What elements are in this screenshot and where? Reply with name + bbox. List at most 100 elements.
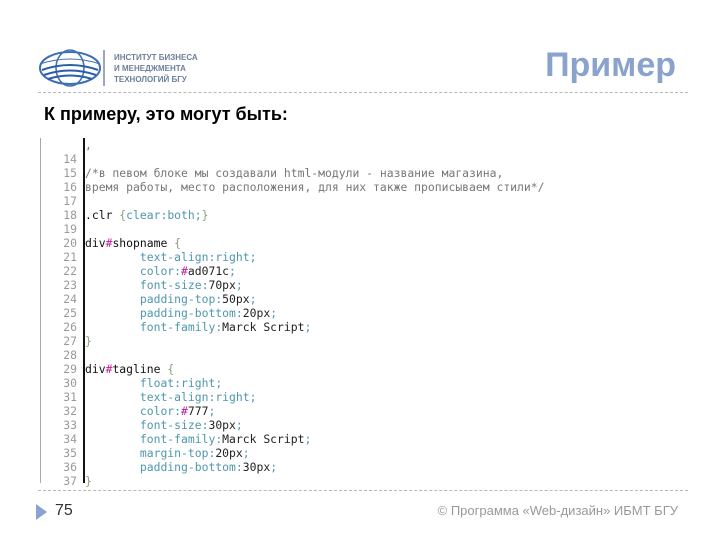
code-line: 20 div#shopname { xyxy=(41,236,521,250)
code-token: ad071c xyxy=(187,264,230,278)
code-token: ; xyxy=(304,432,312,446)
line-number: 34 xyxy=(63,432,77,446)
line-number: 30 xyxy=(63,376,77,390)
code-token: время работы, место расположения, для ни… xyxy=(85,180,545,194)
code-token: } xyxy=(85,474,92,488)
code-token: 30px xyxy=(208,418,236,432)
line-number: 36 xyxy=(63,460,77,474)
line-number: 16 xyxy=(63,180,77,194)
line-number: 26 xyxy=(63,320,77,334)
code-token: 50px xyxy=(222,292,250,306)
line-number: 22 xyxy=(63,264,77,278)
code-line: , xyxy=(41,138,521,152)
code-token: } xyxy=(85,334,92,348)
code-token: ; xyxy=(249,292,257,306)
code-line: 33 font-size:30px; xyxy=(41,418,521,432)
line-number: 17 xyxy=(63,194,77,208)
logo-divider xyxy=(103,50,105,86)
code-line: 29 div#tagline { xyxy=(41,362,521,376)
code-token: .clr xyxy=(85,208,120,222)
code-line: 37} xyxy=(41,474,521,488)
institute-logo-icon xyxy=(39,49,101,87)
code-token: , xyxy=(85,138,92,152)
slide-title: Пример xyxy=(545,46,676,84)
code-token: 777 xyxy=(187,404,209,418)
line-number: 29 xyxy=(63,362,77,376)
logo-line: ТЕХНОЛОГИЙ БГУ xyxy=(114,75,187,84)
code-line: 32 color:#777; xyxy=(41,404,521,418)
code-token: ; xyxy=(194,208,202,222)
line-number: 35 xyxy=(63,446,77,460)
code-token: ; xyxy=(242,446,250,460)
code-token: tagline xyxy=(112,362,168,376)
code-token: : xyxy=(174,264,182,278)
code-line: 28 xyxy=(41,348,521,362)
logo-line: И МЕНЕДЖМЕНТА xyxy=(114,64,186,73)
code-token: ; xyxy=(235,278,243,292)
code-token: padding-top xyxy=(139,292,216,306)
line-number: 28 xyxy=(63,348,77,362)
code-line: 34 font-family:Marck Script; xyxy=(41,432,521,446)
code-line: 19 xyxy=(41,222,521,236)
code-token: color xyxy=(139,404,175,418)
code-token: /*в певом блоке мы создавали html-модули… xyxy=(85,166,504,180)
code-line: 23 font-size:70px; xyxy=(41,278,521,292)
line-number: 19 xyxy=(63,222,77,236)
code-token: ; xyxy=(270,460,278,474)
line-number: 15 xyxy=(63,166,77,180)
code-token: padding-bottom xyxy=(139,306,236,320)
code-token: margin-top xyxy=(139,446,209,460)
logo-text: ИНСТИТУТ БИЗНЕСА И МЕНЕДЖМЕНТА ТЕХНОЛОГИ… xyxy=(114,52,198,85)
code-token: text-align xyxy=(139,390,209,404)
code-line: 31 text-align:right; xyxy=(41,390,521,404)
code-token: 20px xyxy=(242,306,271,320)
line-number: 18 xyxy=(63,208,77,222)
code-line: 27} xyxy=(41,334,521,348)
code-line: 15 /*в певом блоке мы создавали html-моду… xyxy=(41,166,521,180)
code-token: font-size xyxy=(139,278,202,292)
code-line: 30 float:right; xyxy=(41,376,521,390)
code-token: right xyxy=(181,376,216,390)
code-token: clear xyxy=(126,208,161,222)
code-token: Marck Script xyxy=(222,432,305,446)
code-token: div xyxy=(85,236,106,250)
code-token: font-family xyxy=(139,320,216,334)
line-number: 27 xyxy=(63,334,77,348)
bottom-divider xyxy=(38,490,688,491)
line-number: 20 xyxy=(63,236,77,250)
code-token: 20px xyxy=(215,446,243,460)
code-token: : xyxy=(235,306,243,320)
code-token: { xyxy=(167,362,175,376)
code-token: } xyxy=(201,208,209,222)
code-line: 36 padding-bottom:30px; xyxy=(41,460,521,474)
code-token: : xyxy=(174,404,182,418)
code-block: , 14 15 /*в певом блоке мы создавали html-м… xyxy=(40,138,544,488)
code-line: 35 margin-top:20px; xyxy=(41,446,521,460)
code-token: font-size xyxy=(139,418,202,432)
code-token: div xyxy=(85,362,106,376)
line-number: 37 xyxy=(63,474,77,488)
line-number: 32 xyxy=(63,404,77,418)
code-token: ; xyxy=(249,250,257,264)
code-line: 21 text-align:right; xyxy=(41,250,521,264)
line-number: 24 xyxy=(63,292,77,306)
code-token: both xyxy=(167,208,195,222)
code-token: ; xyxy=(235,418,243,432)
code-token: # xyxy=(181,264,188,278)
code-line: 24 padding-top:50px; xyxy=(41,292,521,306)
code-line: 26 font-family:Marck Script; xyxy=(41,320,521,334)
code-token: ; xyxy=(270,306,278,320)
code-token: text-align xyxy=(139,250,209,264)
code-token: ; xyxy=(304,320,312,334)
slide-heading: К примеру, это могут быть: xyxy=(44,104,288,124)
